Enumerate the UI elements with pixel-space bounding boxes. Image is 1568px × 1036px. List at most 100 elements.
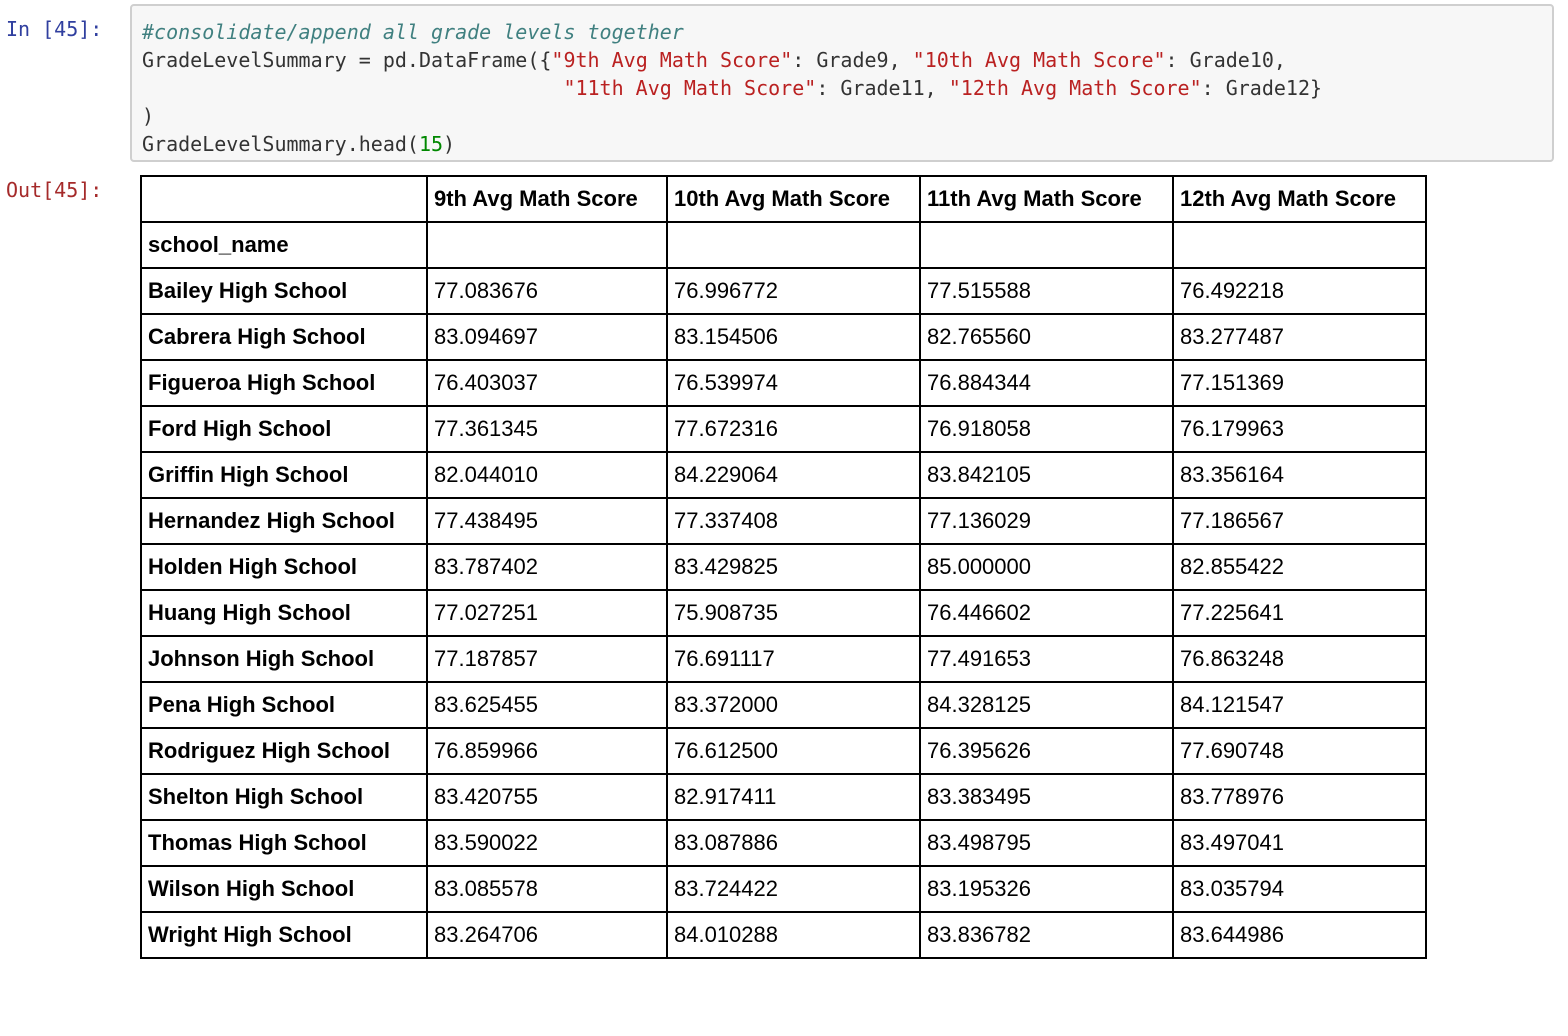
table-cell: 83.277487 [1172,313,1427,361]
table-cell: 75.908735 [666,589,921,637]
table-cell: 84.229064 [666,451,921,499]
table-row: Pena High School 83.625455 83.372000 84.328… [140,681,1427,729]
column-header-12th: 12th Avg Math Score [1172,175,1427,223]
row-label: Wright High School [140,911,428,959]
table-row: Hernandez High School 77.438495 77.337408 7… [140,497,1427,545]
table-cell: 83.644986 [1172,911,1427,959]
table-cell: 76.179963 [1172,405,1427,453]
row-label: Griffin High School [140,451,428,499]
index-name-row: school_name [140,221,1427,269]
table-row: Griffin High School 82.044010 84.229064 83.… [140,451,1427,499]
table-cell: 77.438495 [426,497,668,545]
table-cell: 77.151369 [1172,359,1427,407]
code-token: pd.DataFrame({ [370,48,552,72]
table-cell: 77.337408 [666,497,921,545]
table-cell: 83.787402 [426,543,668,591]
row-label: Huang High School [140,589,428,637]
table-cell: 77.027251 [426,589,668,637]
table-cell: 77.672316 [666,405,921,453]
table-cell: 77.690748 [1172,727,1427,775]
empty-header-cell [666,221,921,269]
table-cell: 82.765560 [919,313,1174,361]
table-cell: 83.372000 [666,681,921,729]
table-cell: 83.087886 [666,819,921,867]
code-token: : Grade9, [792,48,913,72]
table-row: Wright High School 83.264706 84.010288 83.8… [140,911,1427,959]
code-token: : Grade12} [1201,76,1323,100]
code-string: "12th Avg Math Score" [948,76,1202,100]
dataframe-table: 9th Avg Math Score 10th Avg Math Score 1… [140,175,1427,959]
code-string: "9th Avg Math Score" [551,48,793,72]
table-cell: 83.498795 [919,819,1174,867]
empty-header-cell [1172,221,1427,269]
row-label: Rodriguez High School [140,727,428,775]
row-label: Ford High School [140,405,428,453]
table-body: Bailey High School 77.083676 76.996772 77.5… [140,267,1427,959]
code-operator: = [358,48,371,72]
code-line-5: GradeLevelSummary.head(15) [142,130,1542,158]
code-token: ) [142,104,155,128]
table-cell: 77.361345 [426,405,668,453]
row-label: Thomas High School [140,819,428,867]
table-cell: 83.383495 [919,773,1174,821]
table-cell: 82.917411 [666,773,921,821]
empty-header-cell [426,221,668,269]
table-cell: 83.590022 [426,819,668,867]
table-cell: 76.918058 [919,405,1174,453]
column-header-10th: 10th Avg Math Score [666,175,921,223]
table-cell: 83.035794 [1172,865,1427,913]
row-label: Pena High School [140,681,428,729]
table-cell: 83.724422 [666,865,921,913]
table-cell: 77.225641 [1172,589,1427,637]
column-header-11th: 11th Avg Math Score [919,175,1174,223]
table-cell: 84.121547 [1172,681,1427,729]
table-cell: 83.085578 [426,865,668,913]
row-label: Hernandez High School [140,497,428,545]
table-cell: 82.855422 [1172,543,1427,591]
table-row: Huang High School 77.027251 75.908735 76.44… [140,589,1427,637]
table-cell: 85.000000 [919,543,1174,591]
table-header: 9th Avg Math Score 10th Avg Math Score 1… [140,175,1427,269]
table-cell: 77.186567 [1172,497,1427,545]
table-cell: 76.492218 [1172,267,1427,315]
table-cell: 76.863248 [1172,635,1427,683]
table-cell: 77.491653 [919,635,1174,683]
table-row: Shelton High School 83.420755 82.917411 83.… [140,773,1427,821]
column-header-blank [140,175,428,223]
table-cell: 76.884344 [919,359,1174,407]
code-token: ) [443,132,456,156]
column-header-9th: 9th Avg Math Score [426,175,668,223]
table-cell: 83.429825 [666,543,921,591]
row-label: Wilson High School [140,865,428,913]
table-cell: 83.420755 [426,773,668,821]
table-cell: 76.691117 [666,635,921,683]
table-row: Rodriguez High School 76.859966 76.612500 7… [140,727,1427,775]
index-name: school_name [140,221,428,269]
input-prompt: In [45]: [6,17,103,41]
table-cell: 76.395626 [919,727,1174,775]
code-line-2: GradeLevelSummary = pd.DataFrame({"9th A… [142,46,1542,74]
table-cell: 83.778976 [1172,773,1427,821]
row-label: Bailey High School [140,267,428,315]
code-number: 15 [418,132,444,156]
empty-header-cell [919,221,1174,269]
table-cell: 83.154506 [666,313,921,361]
row-label: Shelton High School [140,773,428,821]
table-cell: 76.403037 [426,359,668,407]
code-token: GradeLevelSummary.head( [142,132,419,156]
table-row: Johnson High School 77.187857 76.691117 77.… [140,635,1427,683]
table-row: Wilson High School 83.085578 83.724422 83.1… [140,865,1427,913]
table-cell: 76.612500 [666,727,921,775]
code-line-1: #consolidate/append all grade levels tog… [142,18,1542,46]
output-prompt: Out[45]: [6,178,103,202]
table-cell: 83.264706 [426,911,668,959]
code-cell-editor[interactable]: #consolidate/append all grade levels tog… [130,4,1554,162]
table-row: Bailey High School 77.083676 76.996772 77.5… [140,267,1427,315]
table-cell: 76.996772 [666,267,921,315]
table-cell: 83.195326 [919,865,1174,913]
table-cell: 76.539974 [666,359,921,407]
header-row: 9th Avg Math Score 10th Avg Math Score 1… [140,175,1427,223]
row-label: Holden High School [140,543,428,591]
table-cell: 77.136029 [919,497,1174,545]
